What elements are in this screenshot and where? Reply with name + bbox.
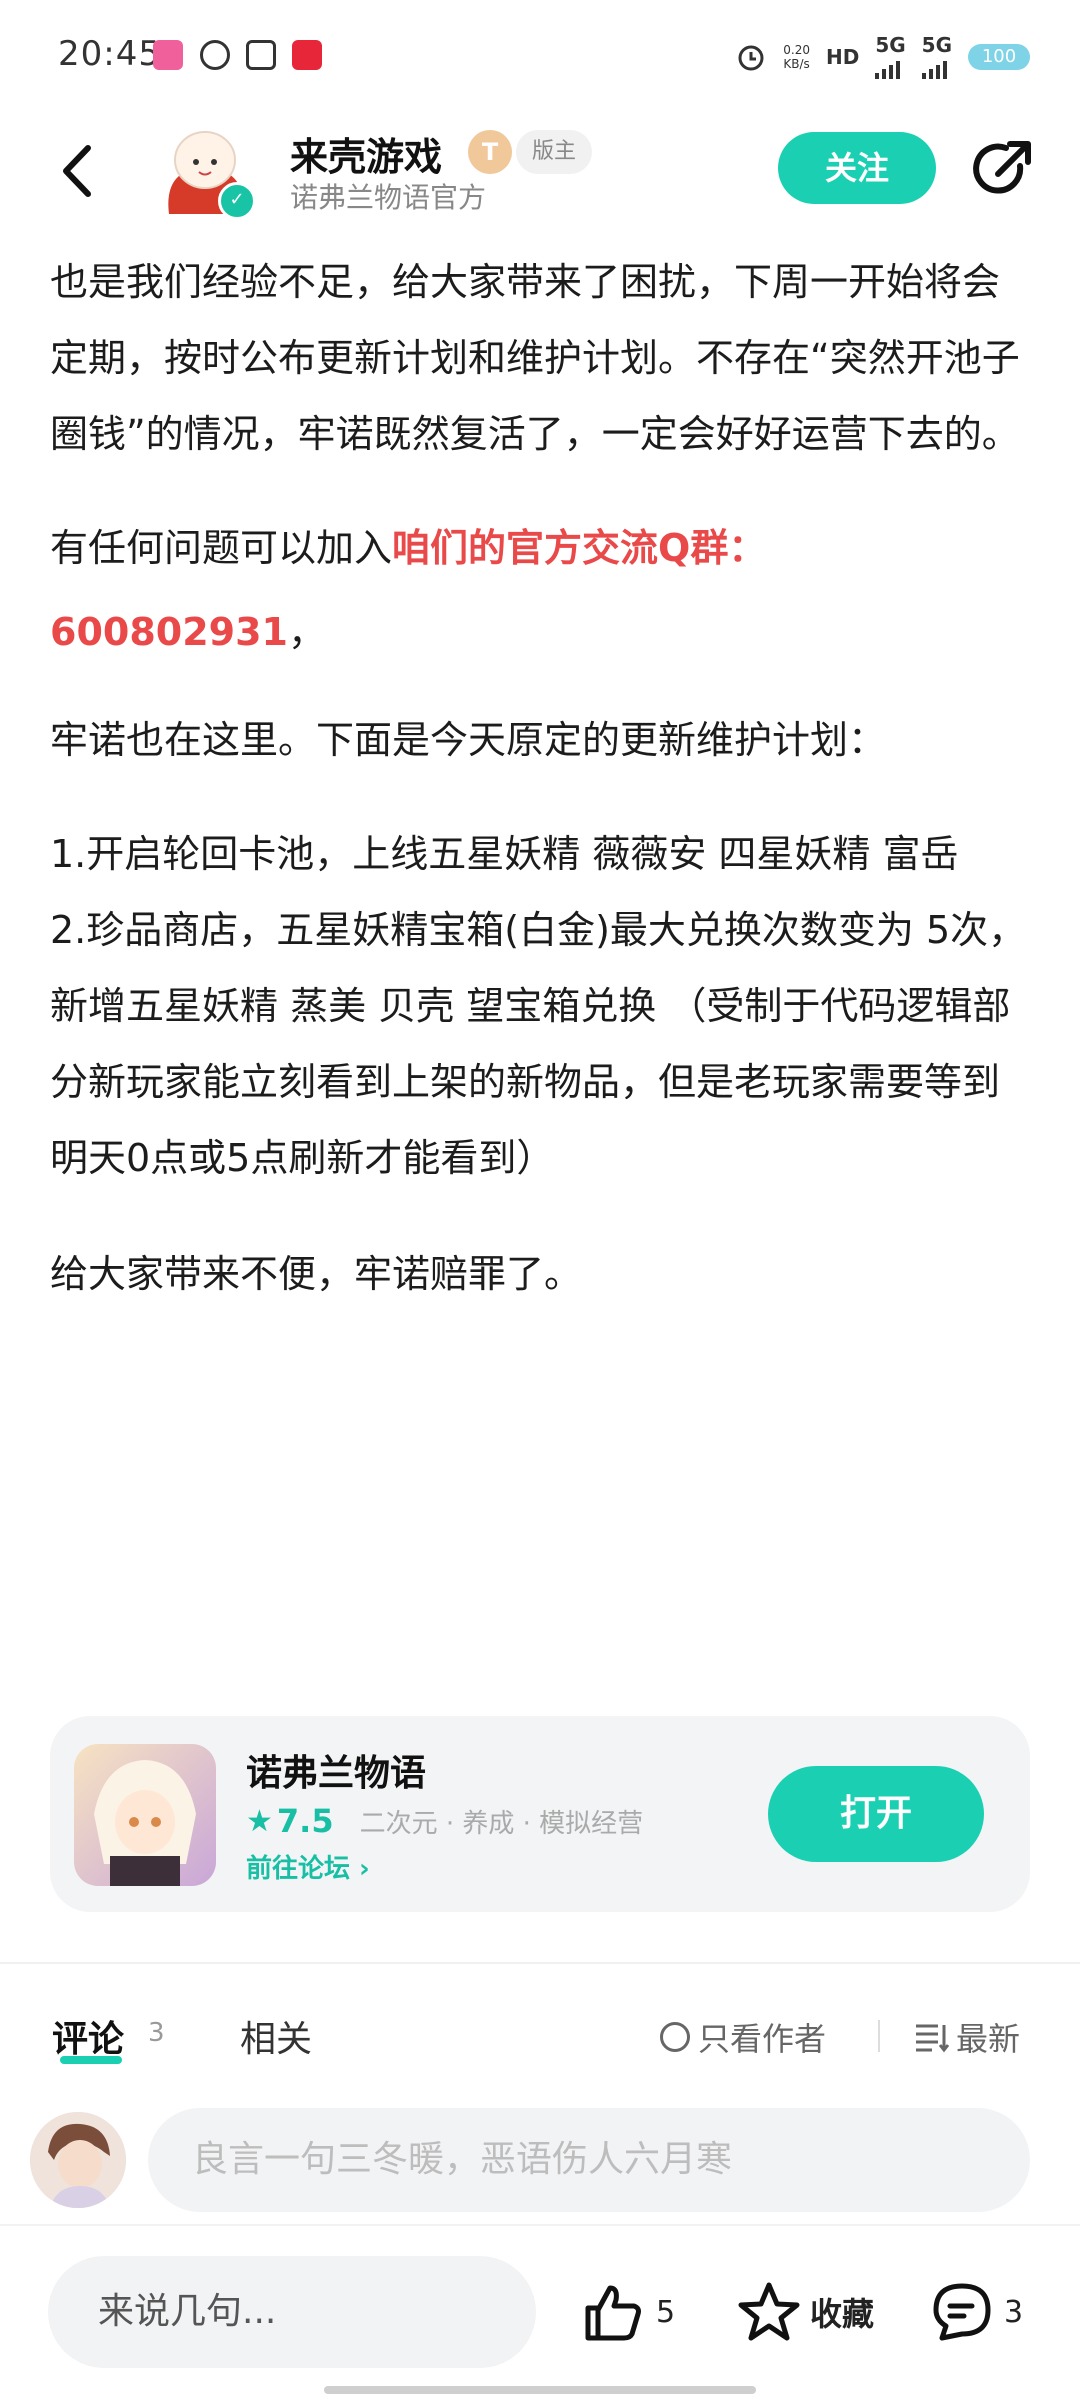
hd-indicator: HD <box>825 45 860 69</box>
follow-button[interactable]: 关注 <box>778 132 936 204</box>
quick-comment-input[interactable]: 来说几句... <box>48 2256 536 2368</box>
update-item-1: 1.开启轮回卡池，上线五星妖精 薇薇安 四星妖精 富岳 <box>50 832 959 876</box>
tab-comments[interactable]: 评论 <box>52 2010 124 2062</box>
star-outline-icon <box>738 2282 800 2341</box>
star-icon: ★ <box>246 1803 273 1839</box>
separator <box>878 2020 880 2052</box>
message-notification-icon <box>246 40 276 70</box>
like-button[interactable]: 5 <box>580 2280 675 2344</box>
signal-bars-icon <box>875 55 901 79</box>
divider <box>0 1962 1080 1964</box>
game-title: 诺弗兰物语 <box>246 1753 427 1794</box>
author-name[interactable]: 来壳游戏 <box>290 126 442 181</box>
game-rating: 7.5 <box>276 1802 334 1840</box>
status-indicators: 0.20 KB/s HD 5G 5G 100 <box>735 32 1030 82</box>
author-only-toggle[interactable]: 只看作者 <box>660 2014 826 2060</box>
paragraph: 也是我们经验不足，给大家带来了困扰，下周一开始将会定期，按时公布更新计划和维护计… <box>50 260 1020 456</box>
active-tab-indicator <box>60 2056 122 2064</box>
moderator-badge: 版主 <box>516 130 593 174</box>
signal-1: 5G <box>875 35 906 79</box>
open-game-button[interactable]: 打开 <box>768 1766 984 1862</box>
favorite-button[interactable]: 收藏 <box>736 2280 874 2344</box>
tab-related[interactable]: 相关 <box>240 2010 312 2062</box>
paragraph: 给大家带来不便，牢诺赔罪了。 <box>50 1252 583 1296</box>
radio-icon <box>660 2022 690 2052</box>
comment-count-bottom: 3 <box>1004 2294 1024 2330</box>
network-speed: 0.20 KB/s <box>783 43 810 71</box>
verified-icon: ✓ <box>218 182 256 220</box>
sort-icon <box>916 2024 950 2053</box>
comment-input[interactable]: 良言一句三冬暖，恶语伤人六月寒 <box>148 2108 1030 2212</box>
paragraph: 牢诺也在这里。下面是今天原定的更新维护计划： <box>50 718 887 762</box>
update-item-2: 2.珍品商店，五星妖精宝箱(白金)最大兑换次数变为 5次，新增五星妖精 蒸美 贝… <box>50 908 1027 1180</box>
favorite-label: 收藏 <box>810 2295 875 2333</box>
level-badge: T <box>468 130 512 174</box>
signal-2: 5G <box>921 35 952 79</box>
like-count: 5 <box>656 2294 676 2330</box>
status-time: 20:45 <box>58 34 161 74</box>
user-avatar[interactable] <box>30 2112 126 2208</box>
tmall-notification-icon <box>292 40 322 70</box>
author-subtitle: 诺弗兰物语官方 <box>290 181 487 214</box>
game-card[interactable]: 诺弗兰物语 ★ 7.5 二次元 · 养成 · 模拟经营 前往论坛 › 打开 <box>50 1716 1030 1912</box>
comments-button[interactable]: 3 <box>930 2280 1023 2344</box>
back-arrow-icon[interactable] <box>50 136 110 206</box>
comment-count: 3 <box>148 2018 165 2048</box>
sort-toggle[interactable]: 最新 <box>914 2014 1020 2060</box>
leaf-notification-icon <box>200 40 230 70</box>
comment-tabs: 评论 3 相关 只看作者 最新 <box>0 1986 1080 2076</box>
game-icon[interactable] <box>74 1744 216 1886</box>
post-header: ✓ 来壳游戏 T 版主 诺弗兰物语官方 关注 <box>0 110 1080 230</box>
game-tags: 二次元 · 养成 · 模拟经营 <box>359 1808 644 1839</box>
bottom-action-bar: 来说几句... 5 收藏 3 <box>0 2224 1080 2402</box>
paragraph-qq-group: 有任何问题可以加入咱们的官方交流Q群：600802931， <box>50 526 767 654</box>
signal-bars-icon <box>921 55 947 79</box>
battery-indicator: 100 <box>968 44 1030 70</box>
status-bar: 20:45 0.20 KB/s HD 5G 5G 100 <box>0 0 1080 110</box>
post-content: 也是我们经验不足，给大家带来了困扰，下周一开始将会定期，按时公布更新计划和维护计… <box>50 244 1030 1312</box>
home-indicator[interactable] <box>324 2386 756 2394</box>
go-to-forum-link[interactable]: 前往论坛 › <box>246 1848 370 1885</box>
game-rating-row: ★ 7.5 二次元 · 养成 · 模拟经营 <box>246 1802 643 1840</box>
comment-bubble-icon <box>933 2283 991 2341</box>
alarm-icon <box>738 45 764 71</box>
share-icon[interactable] <box>968 136 1036 204</box>
app-notification-icon <box>153 40 183 70</box>
thumbs-up-icon <box>585 2285 641 2341</box>
